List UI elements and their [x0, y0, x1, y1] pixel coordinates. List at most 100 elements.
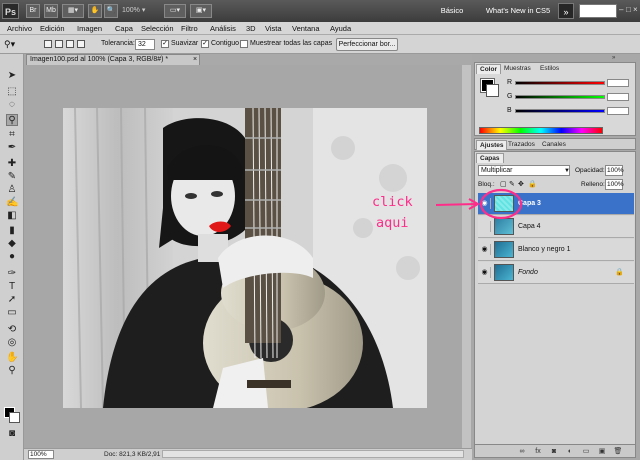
maximize-icon[interactable]: □ [626, 5, 632, 15]
crop-tool-icon[interactable]: ⌗ [6, 129, 18, 141]
visibility-toggle[interactable] [479, 221, 491, 232]
type-tool-icon[interactable]: T [6, 281, 18, 293]
search-input[interactable] [579, 4, 617, 18]
path-selection-tool-icon[interactable]: ➚ [6, 294, 18, 306]
link-layers-icon[interactable]: ∞ [517, 447, 527, 457]
tolerance-input[interactable]: 32 [135, 39, 155, 50]
zoom-tool-icon[interactable]: ⚲ [6, 365, 18, 377]
intersect-selection-icon[interactable] [77, 40, 85, 48]
opacity-input[interactable]: 100% [605, 165, 624, 176]
eye-icon[interactable]: ◉ [479, 267, 491, 278]
quick-mask-icon[interactable]: ◙ [6, 428, 18, 440]
menu-edicion[interactable]: Edición [40, 22, 65, 35]
lock-all-icon[interactable]: 🔒 [528, 180, 537, 190]
layer-style-icon[interactable]: fx [533, 447, 543, 457]
tab-estilos[interactable]: Estilos [537, 64, 562, 74]
clone-stamp-tool-icon[interactable]: ♙ [6, 184, 18, 196]
zoom-tool-icon[interactable]: 🔍 [104, 4, 118, 18]
layer-row-blanco-y-negro[interactable]: ◉ Blanco y negro 1 [478, 239, 634, 261]
eraser-tool-icon[interactable]: ◧ [6, 210, 18, 222]
screen-mode-button[interactable]: ▣▾ [190, 4, 212, 18]
fill-input[interactable]: 100% [605, 179, 624, 190]
lasso-tool-icon[interactable]: ◌ [6, 99, 18, 111]
slider-g-value[interactable] [607, 93, 629, 101]
gradient-tool-icon[interactable]: ▮ [6, 225, 18, 237]
sample-all-checkbox[interactable] [240, 40, 248, 48]
zoom-level-dropdown[interactable]: 100% ▾ [122, 5, 162, 17]
slider-r-track[interactable] [515, 81, 605, 85]
menu-ayuda[interactable]: Ayuda [330, 22, 351, 35]
slider-g-track[interactable] [515, 95, 605, 99]
document-image[interactable] [63, 108, 427, 408]
tab-capas[interactable]: Capas [476, 153, 504, 163]
trash-icon[interactable]: 🗑 [613, 447, 623, 457]
slider-b-track[interactable] [515, 109, 605, 113]
blend-mode-dropdown[interactable]: Multiplicar ▼ [478, 165, 570, 176]
minibridge-button[interactable]: Mb [44, 4, 58, 18]
brush-tool-icon[interactable]: ✎ [6, 171, 18, 183]
tool-preset-icon[interactable]: ⚲▾ [4, 38, 26, 51]
menu-analisis[interactable]: Análisis [210, 22, 236, 35]
view-extras-button[interactable]: ▦▾ [62, 4, 84, 18]
lock-transparent-icon[interactable]: ▢ [500, 180, 507, 190]
history-brush-tool-icon[interactable]: ✍ [6, 197, 18, 209]
blur-tool-icon[interactable]: ◆ [6, 238, 18, 250]
3d-rotate-tool-icon[interactable]: ⟲ [6, 324, 18, 336]
marquee-tool-icon[interactable]: ⬚ [6, 86, 18, 98]
healing-brush-tool-icon[interactable]: ✚ [6, 158, 18, 170]
background-color-swatch[interactable] [9, 412, 20, 423]
dodge-tool-icon[interactable]: ● [6, 251, 18, 263]
shape-tool-icon[interactable]: ▭ [6, 307, 18, 319]
contiguous-checkbox[interactable]: ✓ [201, 40, 209, 48]
close-icon[interactable]: × [633, 5, 639, 15]
hand-icon[interactable]: ✋ [88, 4, 102, 18]
subtract-selection-icon[interactable] [66, 40, 74, 48]
color-spectrum[interactable] [479, 127, 603, 134]
tab-muestras[interactable]: Muestras [501, 64, 534, 74]
document-tab-close-icon[interactable]: × [193, 54, 201, 65]
menu-capa[interactable]: Capa [115, 22, 133, 35]
document-tab[interactable]: Imagen100.psd al 100% (Capa 3, RGB/8#) * [26, 54, 200, 65]
menu-vista[interactable]: Vista [265, 22, 282, 35]
hand-tool-icon[interactable]: ✋ [6, 352, 18, 364]
new-selection-icon[interactable] [44, 40, 52, 48]
pen-tool-icon[interactable]: ✑ [6, 268, 18, 280]
menu-seleccion[interactable]: Selección [141, 22, 174, 35]
tab-canales[interactable]: Canales [539, 140, 569, 150]
dock-collapse-icon[interactable]: » [612, 55, 632, 61]
vertical-scrollbar[interactable] [462, 65, 471, 448]
zoom-status-field[interactable]: 100% [28, 450, 54, 459]
workspace-more-button[interactable]: » [558, 3, 574, 19]
menu-ventana[interactable]: Ventana [292, 22, 320, 35]
eye-icon[interactable]: ◉ [479, 244, 491, 255]
add-selection-icon[interactable] [55, 40, 63, 48]
horizontal-scrollbar[interactable] [162, 450, 464, 458]
add-mask-icon[interactable]: ◙ [549, 447, 559, 457]
layer-row-capa-3[interactable]: ◉ Capa 3 [478, 193, 634, 215]
color-panel-background-swatch[interactable] [486, 84, 499, 97]
antialias-checkbox[interactable]: ✓ [161, 40, 169, 48]
slider-r-value[interactable] [607, 79, 629, 87]
workspace-whats-new[interactable]: What's New in CS5 [478, 4, 558, 18]
layer-row-fondo[interactable]: ◉ Fondo 🔒 [478, 262, 634, 284]
minimize-icon[interactable]: – [619, 5, 625, 15]
menu-3d[interactable]: 3D [246, 22, 256, 35]
menu-imagen[interactable]: Imagen [77, 22, 102, 35]
workspace-basic[interactable]: Básico [426, 4, 478, 18]
eyedropper-tool-icon[interactable]: ✒ [6, 142, 18, 154]
lock-image-icon[interactable]: ✎ [509, 180, 515, 190]
lock-position-icon[interactable]: ✥ [518, 180, 524, 190]
3d-orbit-tool-icon[interactable]: ◎ [6, 337, 18, 349]
arrange-documents-button[interactable]: ▭▾ [164, 4, 186, 18]
move-tool-icon[interactable]: ➤ [6, 70, 18, 82]
adjustment-layer-icon[interactable]: ◐ [565, 447, 575, 457]
eye-icon[interactable]: ◉ [479, 198, 491, 209]
menu-archivo[interactable]: Archivo [7, 22, 32, 35]
magic-wand-tool-icon[interactable]: ⚲ [6, 114, 18, 126]
layer-row-capa-4[interactable]: Capa 4 [478, 216, 634, 238]
bridge-button[interactable]: Br [26, 4, 40, 18]
menu-filtro[interactable]: Filtro [181, 22, 198, 35]
new-group-icon[interactable]: ▭ [581, 447, 591, 457]
tab-ajustes[interactable]: Ajustes [476, 140, 508, 150]
refine-edge-button[interactable]: Perfeccionar bor... [336, 38, 398, 51]
